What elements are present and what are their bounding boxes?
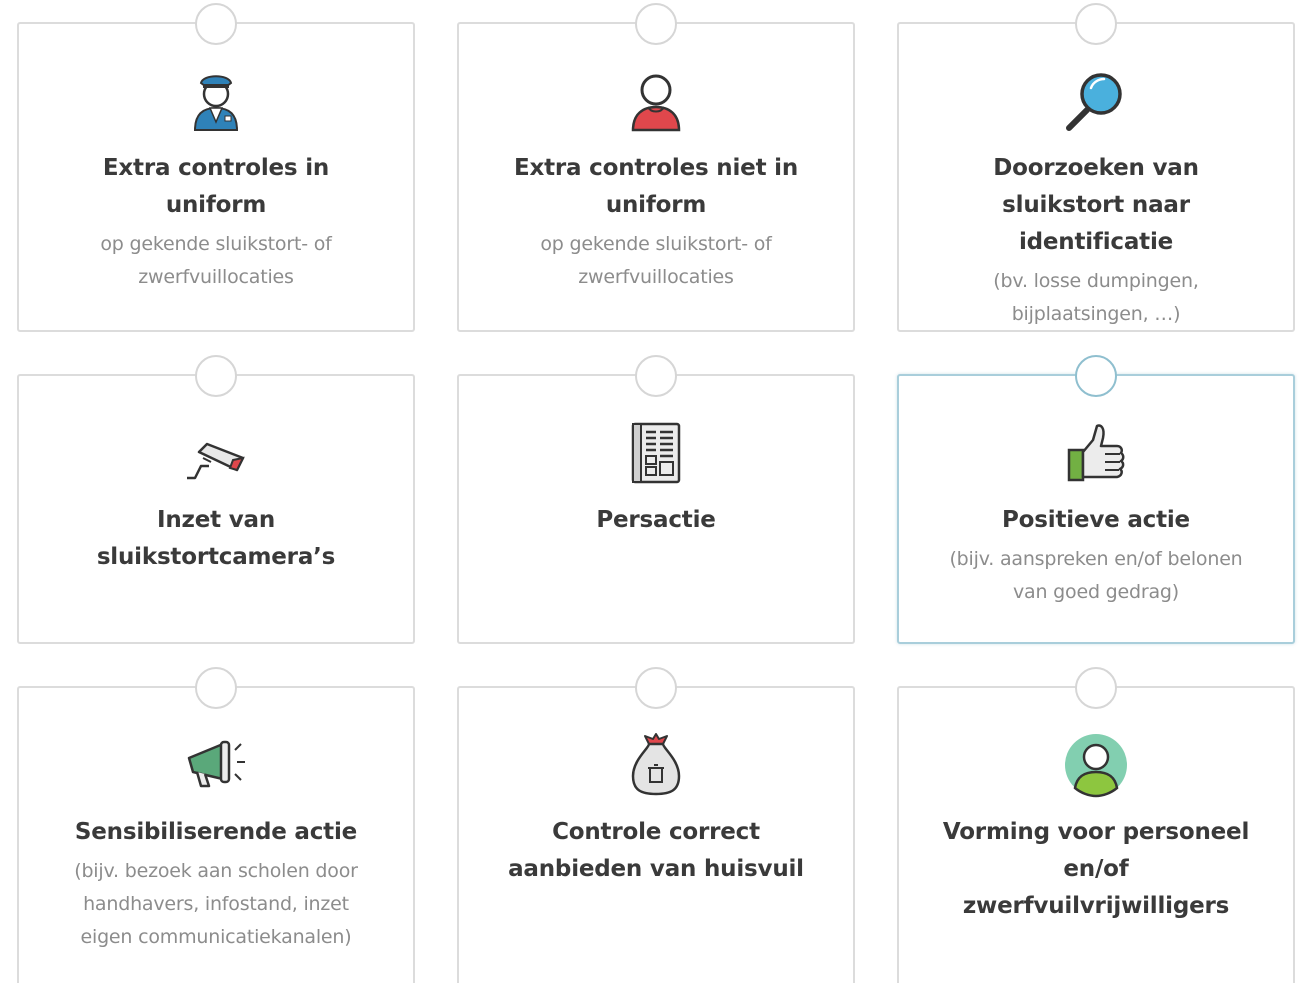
option-card-positieve-actie[interactable]: Positieve actie (bijv. aanspreken en/of … <box>897 355 1295 644</box>
magnifier-icon <box>1066 73 1122 131</box>
action-options-grid: Extra controles in uniform op gekende sl… <box>0 0 1299 983</box>
card-title: Persactie <box>596 507 716 533</box>
garbage-bag-icon <box>631 733 681 796</box>
radio-button[interactable] <box>195 355 237 397</box>
option-card-vorming-personeel[interactable]: Vorming voor personeel en/of zwerfvuilvr… <box>897 667 1295 983</box>
security-camera-icon <box>187 442 245 480</box>
option-card-doorzoeken-sluikstort[interactable]: Doorzoeken van sluikstort naar identific… <box>897 3 1295 332</box>
card-title: Inzet van sluikstortcamera’s <box>96 507 336 570</box>
option-card-extra-controles-niet-uniform[interactable]: Extra controles niet in uniform op geken… <box>457 3 855 332</box>
card-title: Extra controles in uniform <box>102 155 330 218</box>
card-subtitle: op gekende sluikstort- of zwerfvuillocat… <box>540 233 772 288</box>
card-subtitle: (bijv. aanspreken en/of belonen van goed… <box>949 548 1243 603</box>
card-subtitle: (bv. losse dumpingen, bijplaatsingen, …) <box>993 270 1199 325</box>
newspaper-icon <box>631 422 681 484</box>
radio-button[interactable] <box>635 667 677 709</box>
option-card-inzet-sluikstortcameras[interactable]: Inzet van sluikstortcamera’s <box>17 355 415 644</box>
card-subtitle: (bijv. bezoek aan scholen door handhaver… <box>74 860 358 948</box>
card-title: Extra controles niet in uniform <box>513 155 799 218</box>
megaphone-icon <box>187 740 245 788</box>
card-subtitle: op gekende sluikstort- of zwerfvuillocat… <box>100 233 332 288</box>
card-title: Sensibiliserende actie <box>74 819 358 845</box>
option-card-extra-controles-uniform[interactable]: Extra controles in uniform op gekende sl… <box>17 3 415 332</box>
card-title: Positieve actie <box>1002 507 1190 533</box>
card-title: Vorming voor personeel en/of zwerfvuilvr… <box>942 819 1250 919</box>
radio-button[interactable] <box>1075 355 1117 397</box>
option-card-sensibiliserende-actie[interactable]: Sensibiliserende actie (bijv. bezoek aan… <box>17 667 415 983</box>
radio-button[interactable] <box>195 3 237 45</box>
trainee-avatar-icon <box>1065 734 1127 798</box>
card-title: Doorzoeken van sluikstort naar identific… <box>993 155 1199 255</box>
thumbs-up-icon <box>1067 424 1125 482</box>
option-card-persactie[interactable]: Persactie <box>457 355 855 644</box>
radio-button[interactable] <box>635 3 677 45</box>
card-title: Controle correct aanbieden van huisvuil <box>508 819 804 882</box>
police-officer-icon <box>193 75 239 131</box>
option-card-controle-huisvuil[interactable]: Controle correct aanbieden van huisvuil <box>457 667 855 983</box>
radio-button[interactable] <box>1075 667 1117 709</box>
radio-button[interactable] <box>195 667 237 709</box>
person-icon <box>631 74 681 132</box>
radio-button[interactable] <box>635 355 677 397</box>
radio-button[interactable] <box>1075 3 1117 45</box>
